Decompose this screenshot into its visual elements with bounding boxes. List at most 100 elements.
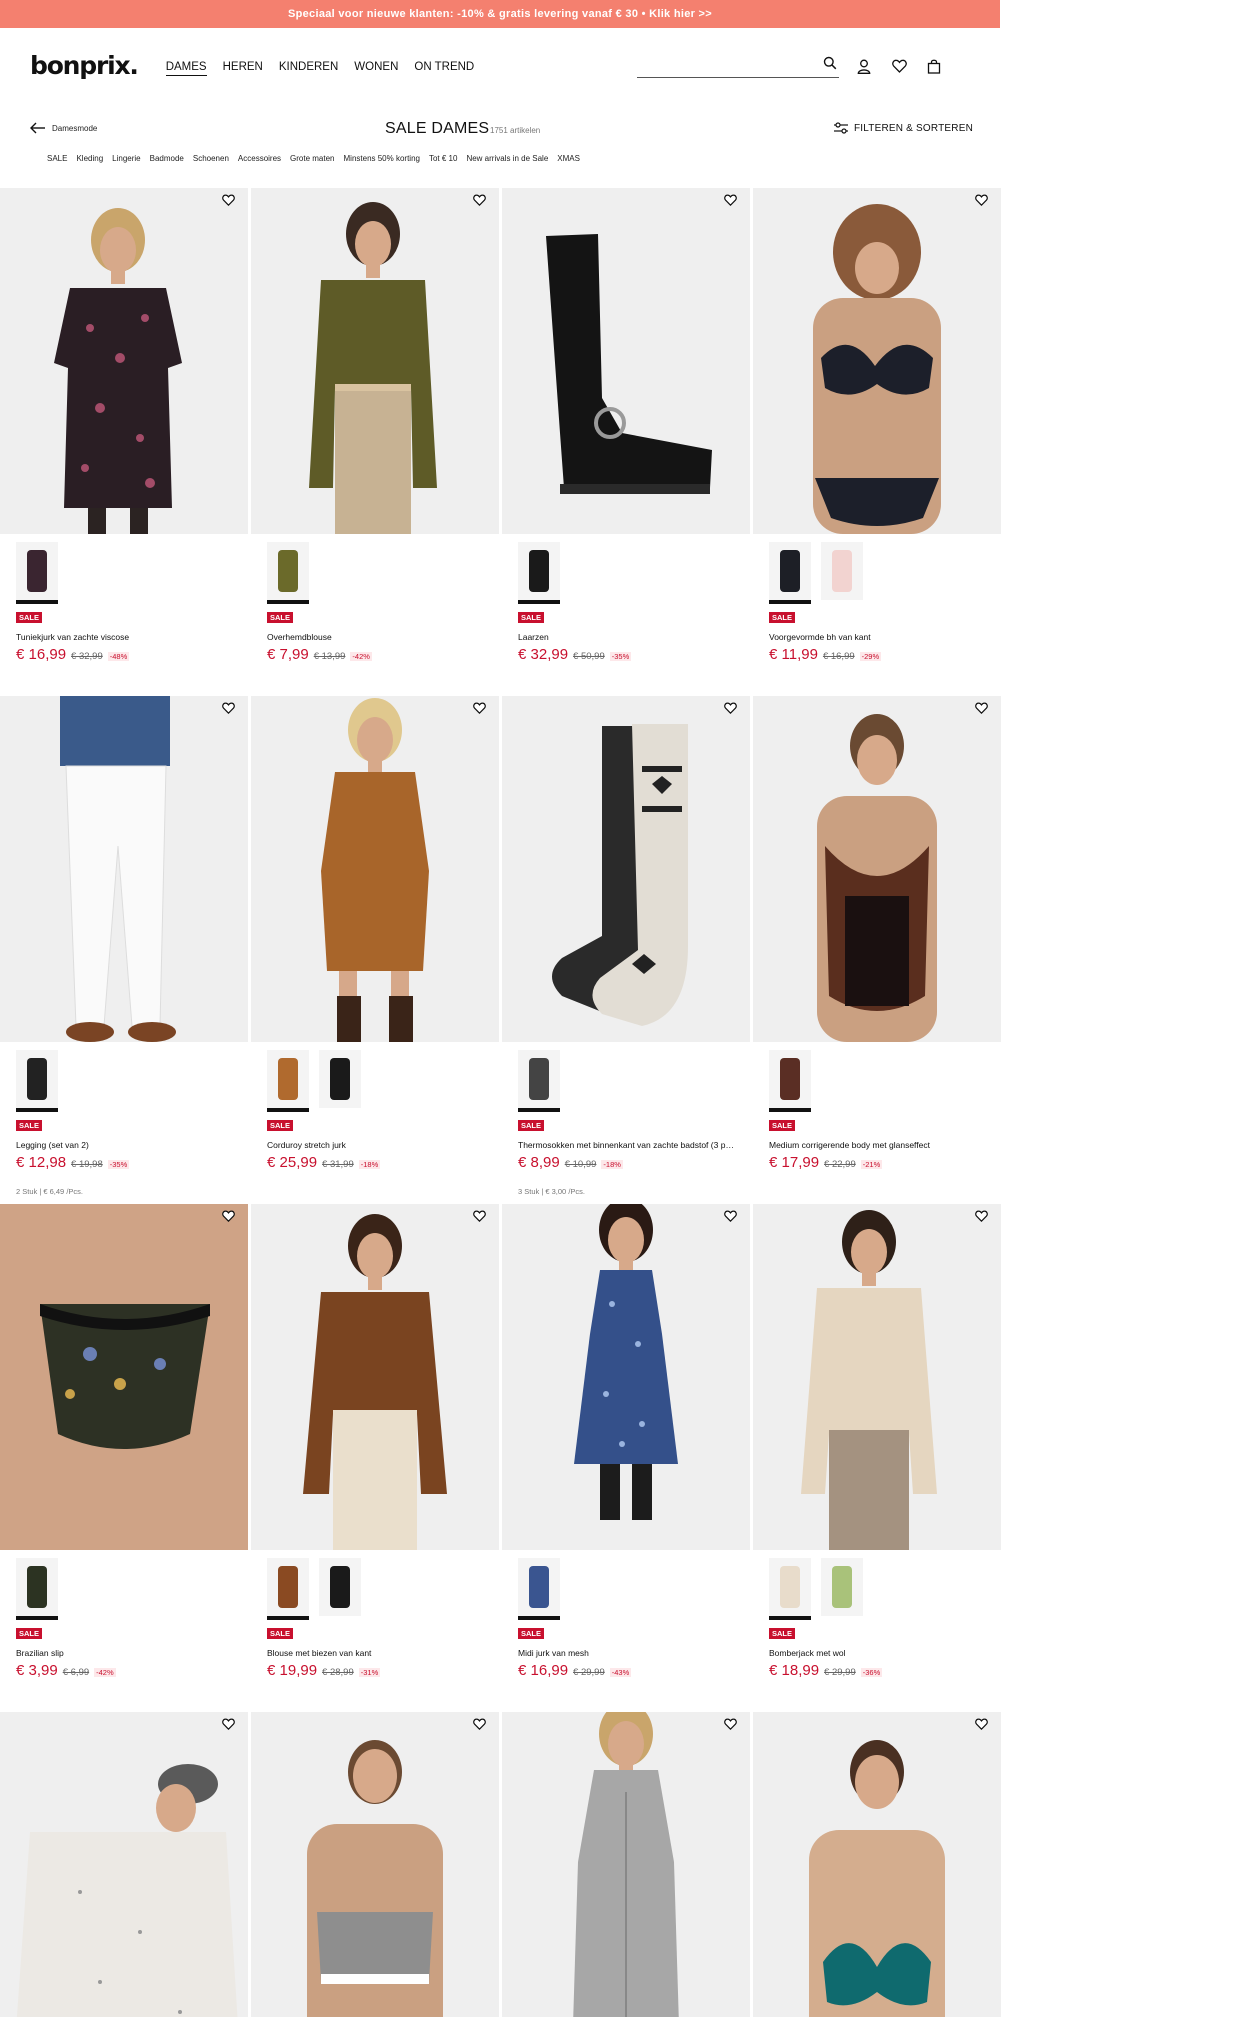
product-card[interactable]: SALE Thermosokken met binnenkant van zach… (502, 696, 750, 1204)
subnav-lingerie[interactable]: Lingerie (112, 154, 140, 163)
color-swatch[interactable] (267, 1558, 309, 1620)
nav-heren[interactable]: HEREN (223, 61, 263, 76)
color-swatch[interactable] (821, 1558, 863, 1616)
color-swatch[interactable] (267, 1050, 309, 1112)
search-icon[interactable] (823, 56, 837, 75)
subnav-sale[interactable]: SALE (47, 154, 67, 163)
wishlist-heart-icon[interactable] (473, 1210, 491, 1228)
color-swatch[interactable] (518, 542, 560, 604)
color-swatch[interactable] (518, 1050, 560, 1112)
subnav-tot-10[interactable]: Tot € 10 (429, 154, 457, 163)
subnav-grote-maten[interactable]: Grote maten (290, 154, 334, 163)
wishlist-heart-icon[interactable] (222, 702, 240, 720)
nav-wonen[interactable]: WONEN (354, 61, 398, 76)
subnav-accessoires[interactable]: Accessoires (238, 154, 281, 163)
product-card[interactable]: SALE Bomberjack met wol € 18,99 € 29,99 -… (753, 1204, 1001, 1712)
wishlist-heart-icon[interactable] (975, 702, 993, 720)
wishlist-heart-icon[interactable] (724, 702, 742, 720)
product-card[interactable]: SALE Corduroy stretch jurk € 25,99 € 31,9… (251, 696, 499, 1204)
product-name[interactable]: Overhemdblouse (267, 632, 487, 642)
product-image[interactable] (753, 188, 1001, 534)
product-card[interactable]: SALE Blouse met biezen van kant € 19,99 €… (251, 1204, 499, 1712)
product-card[interactable]: SALE Laarzen € 32,99 € 50,99 -35% (502, 188, 750, 696)
product-name[interactable]: Tuniekjurk van zachte viscose (16, 632, 236, 642)
color-swatch[interactable] (769, 1558, 811, 1620)
search-input[interactable] (637, 52, 807, 76)
product-image[interactable] (251, 1204, 499, 1550)
product-image[interactable] (753, 696, 1001, 1042)
product-name[interactable]: Midi jurk van mesh (518, 1648, 738, 1658)
color-swatch[interactable] (319, 1050, 361, 1108)
subnav-new-arrivals[interactable]: New arrivals in de Sale (466, 154, 548, 163)
product-name[interactable]: Laarzen (518, 632, 738, 642)
subnav-kleding[interactable]: Kleding (76, 154, 103, 163)
product-name[interactable]: Voorgevormde bh van kant (769, 632, 989, 642)
subnav-schoenen[interactable]: Schoenen (193, 154, 229, 163)
product-image[interactable] (502, 188, 750, 534)
product-card[interactable] (251, 1712, 499, 2017)
cart-icon[interactable] (925, 57, 943, 75)
product-name[interactable]: Legging (set van 2) (16, 1140, 236, 1150)
product-card[interactable]: SALE Medium corrigerende body met glansef… (753, 696, 1001, 1204)
wishlist-heart-icon[interactable] (724, 1718, 742, 1736)
product-card[interactable]: SALE Brazilian slip € 3,99 € 6,99 -42% (0, 1204, 248, 1712)
color-swatch[interactable] (319, 1558, 361, 1616)
nav-kinderen[interactable]: KINDEREN (279, 61, 338, 76)
wishlist-heart-icon[interactable] (473, 1718, 491, 1736)
nav-dames[interactable]: DAMES (165, 61, 207, 76)
logo[interactable]: bonprix. (30, 51, 139, 80)
color-swatch[interactable] (267, 542, 309, 604)
product-name[interactable]: Thermosokken met binnenkant van zachte b… (518, 1140, 738, 1150)
product-image[interactable] (753, 1712, 1001, 2017)
product-image[interactable] (753, 1204, 1001, 1550)
product-card[interactable]: SALE Tuniekjurk van zachte viscose € 16,9… (0, 188, 248, 696)
product-card[interactable]: SALE Voorgevormde bh van kant € 11,99 € 1… (753, 188, 1001, 696)
product-name[interactable]: Medium corrigerende body met glanseffect (769, 1140, 989, 1150)
product-image[interactable] (0, 696, 248, 1042)
wishlist-heart-icon[interactable] (222, 1210, 240, 1228)
wishlist-heart-icon[interactable] (473, 702, 491, 720)
product-image[interactable] (251, 1712, 499, 2017)
color-swatch[interactable] (769, 1050, 811, 1112)
wishlist-heart-icon[interactable] (975, 1210, 993, 1228)
nav-on-trend[interactable]: ON TREND (414, 61, 474, 76)
back-link[interactable]: Damesmode (30, 122, 97, 134)
product-image[interactable] (0, 1204, 248, 1550)
product-card[interactable] (0, 1712, 248, 2017)
color-swatch[interactable] (518, 1558, 560, 1620)
wishlist-heart-icon[interactable] (222, 1718, 240, 1736)
subnav-xmas[interactable]: XMAS (557, 154, 580, 163)
wishlist-heart-icon[interactable] (975, 1718, 993, 1736)
wishlist-icon[interactable] (890, 57, 908, 75)
product-image[interactable] (251, 696, 499, 1042)
product-image[interactable] (502, 696, 750, 1042)
product-card[interactable] (502, 1712, 750, 2017)
product-name[interactable]: Corduroy stretch jurk (267, 1140, 487, 1150)
color-swatch[interactable] (16, 1558, 58, 1620)
promo-text[interactable]: Speciaal voor nieuwe klanten: -10% & gra… (288, 8, 712, 20)
color-swatch[interactable] (16, 542, 58, 604)
wishlist-heart-icon[interactable] (222, 194, 240, 212)
subnav-50-korting[interactable]: Minstens 50% korting (344, 154, 420, 163)
wishlist-heart-icon[interactable] (473, 194, 491, 212)
product-image[interactable] (251, 188, 499, 534)
wishlist-heart-icon[interactable] (975, 194, 993, 212)
product-image[interactable] (0, 188, 248, 534)
product-image[interactable] (502, 1712, 750, 2017)
product-image[interactable] (502, 1204, 750, 1550)
product-name[interactable]: Blouse met biezen van kant (267, 1648, 487, 1658)
filter-sort-button[interactable]: FILTEREN & SORTEREN (834, 122, 973, 134)
product-card[interactable] (753, 1712, 1001, 2017)
product-image[interactable] (0, 1712, 248, 2017)
account-icon[interactable] (855, 57, 873, 75)
wishlist-heart-icon[interactable] (724, 194, 742, 212)
color-swatch[interactable] (769, 542, 811, 604)
product-name[interactable]: Bomberjack met wol (769, 1648, 989, 1658)
color-swatch[interactable] (821, 542, 863, 600)
product-name[interactable]: Brazilian slip (16, 1648, 236, 1658)
wishlist-heart-icon[interactable] (724, 1210, 742, 1228)
color-swatch[interactable] (16, 1050, 58, 1112)
promo-banner[interactable]: Speciaal voor nieuwe klanten: -10% & gra… (0, 0, 1000, 28)
subnav-badmode[interactable]: Badmode (150, 154, 184, 163)
product-card[interactable]: SALE Overhemdblouse € 7,99 € 13,99 -42% (251, 188, 499, 696)
